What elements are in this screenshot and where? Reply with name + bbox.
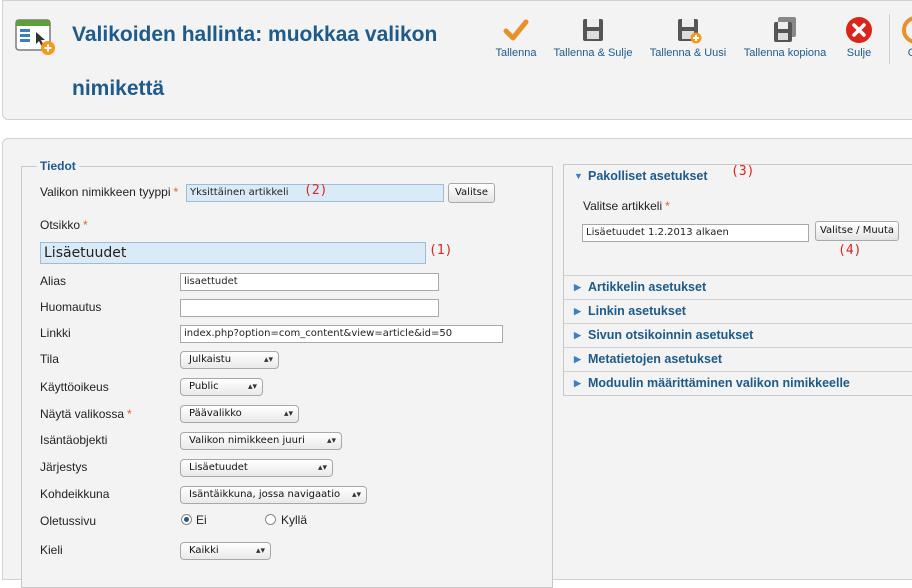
close-icon (845, 16, 873, 44)
alias-input[interactable]: lisaettudet (180, 273, 439, 291)
menu-label: Näytä valikossa * (40, 407, 132, 421)
checkmark-icon (502, 16, 530, 44)
select-arrows-icon: ▴▾ (317, 463, 327, 473)
save-copy-label: Tallenna kopiona (743, 47, 827, 59)
default-no-radio[interactable] (181, 514, 192, 525)
save-new-icon (674, 16, 702, 44)
order-label: Järjestys (40, 460, 88, 474)
select-arrows-icon: ▴▾ (247, 382, 257, 392)
access-select[interactable]: Public ▴▾ (180, 378, 263, 396)
article-field[interactable]: Lisäetuudet 1.2.2013 alkaen (582, 224, 809, 242)
note-input[interactable] (180, 299, 439, 317)
select-arrows-icon: ▴▾ (263, 355, 273, 365)
select-arrows-icon: ▴▾ (351, 490, 361, 500)
details-legend: Tiedot (37, 159, 79, 173)
triangle-right-icon: ▶ (574, 354, 581, 364)
page-display-options-header[interactable]: ▶ Sivun otsikoinnin asetukset (564, 323, 912, 346)
target-select[interactable]: Isäntäikkuna, jossa navigaatio ▴▾ (180, 486, 367, 504)
status-select[interactable]: Julkaistu ▴▾ (180, 351, 279, 369)
select-arrows-icon: ▴▾ (326, 436, 336, 446)
options-button[interactable]: O (902, 16, 912, 59)
parent-select[interactable]: Valikon nimikkeen juuri ▴▾ (180, 432, 342, 450)
triangle-right-icon: ▶ (574, 330, 581, 340)
menu-item-type-label: Valikon nimikkeen tyyppi * (40, 185, 179, 199)
parent-label: Isäntäobjekti (40, 433, 108, 447)
select-change-button[interactable]: Valitse / Muuta (815, 221, 899, 241)
select-arrows-icon: ▴▾ (283, 409, 293, 419)
default-yes-radio[interactable] (265, 514, 276, 525)
module-assignment-header[interactable]: ▶ Moduulin määrittäminen valikon nimikke… (564, 371, 912, 394)
required-mark: * (665, 199, 670, 213)
save-label: Tallenna (495, 47, 537, 59)
article-options-header[interactable]: ▶ Artikkelin asetukset (564, 275, 912, 298)
save-button[interactable]: Tallenna (493, 16, 539, 59)
required-mark: * (173, 185, 179, 199)
default-no-label: Ei (196, 513, 207, 527)
triangle-right-icon: ▶ (574, 378, 581, 388)
language-select[interactable]: Kaikki ▴▾ (180, 542, 271, 560)
note-label: Huomautus (40, 300, 102, 314)
triangle-right-icon: ▶ (574, 282, 581, 292)
status-label: Tila (40, 352, 59, 366)
title-input[interactable]: Lisäetuudet (40, 242, 426, 264)
toolbar-divider (889, 14, 890, 64)
select-article-label: Valitse artikkeli * (583, 199, 670, 213)
menu-manager-icon (14, 18, 56, 55)
options-label: O (908, 47, 912, 59)
link-options-header[interactable]: ▶ Linkin asetukset (564, 299, 912, 322)
select-arrows-icon: ▴▾ (255, 546, 265, 556)
close-button[interactable]: Sulje (842, 16, 876, 59)
save-close-label: Tallenna & Sulje (553, 47, 633, 59)
language-label: Kieli (40, 543, 63, 557)
select-type-button[interactable]: Valitse (448, 183, 495, 203)
order-select[interactable]: Lisäetuudet ▴▾ (180, 459, 333, 477)
save-copy-icon (771, 16, 799, 44)
annotation-4: (4) (838, 243, 862, 258)
alias-label: Alias (40, 274, 67, 288)
title-label: Otsikko * (40, 218, 88, 232)
annotation-3: (3) (731, 164, 755, 179)
save-close-button[interactable]: Tallenna & Sulje (552, 16, 634, 59)
annotation-1: (1) (429, 243, 453, 258)
link-input[interactable]: index.php?option=com_content&view=articl… (180, 325, 503, 343)
triangle-down-icon: ▼ (574, 171, 583, 181)
save-icon (579, 16, 607, 44)
default-page-label: Oletussivu (40, 514, 97, 528)
menu-select[interactable]: Päävalikko ▴▾ (180, 405, 299, 423)
save-new-label: Tallenna & Uusi (649, 47, 727, 59)
page-title: Valikoiden hallinta: muokkaa valikon nim… (72, 23, 438, 100)
annotation-2: (2) (304, 183, 328, 198)
access-label: Käyttöoikeus (40, 380, 109, 394)
save-new-button[interactable]: Tallenna & Uusi (648, 16, 728, 59)
save-copy-button[interactable]: Tallenna kopiona (742, 16, 828, 59)
target-label: Kohdeikkuna (40, 487, 110, 501)
triangle-right-icon: ▶ (574, 306, 581, 316)
metadata-options-header[interactable]: ▶ Metatietojen asetukset (564, 347, 912, 370)
required-mark: * (83, 218, 88, 232)
close-label: Sulje (846, 47, 872, 59)
link-label: Linkki (40, 326, 71, 340)
options-icon (902, 16, 912, 44)
default-yes-label: Kyllä (281, 513, 308, 527)
required-mark: * (127, 407, 132, 421)
